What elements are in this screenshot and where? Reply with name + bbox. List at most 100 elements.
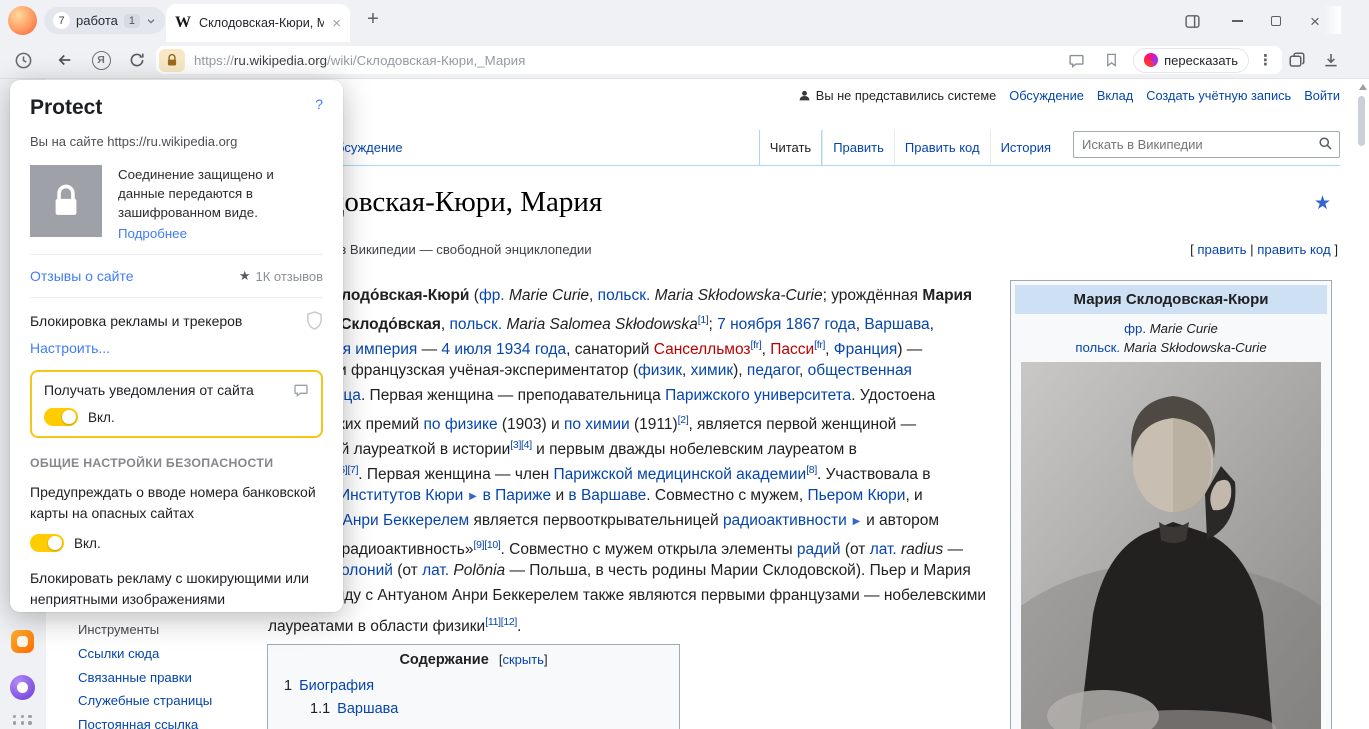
- service-icon[interactable]: [11, 630, 34, 653]
- new-tab-button[interactable]: +: [361, 8, 385, 31]
- toc-item-link[interactable]: Биография: [299, 678, 374, 694]
- site-reviews-link[interactable]: Отзывы о сайте: [30, 268, 134, 284]
- personal-link-create-account[interactable]: Создать учётную запись: [1146, 88, 1291, 103]
- wiki-link[interactable]: [2]: [678, 414, 689, 426]
- wiki-search-input[interactable]: [1073, 131, 1340, 158]
- protect-lock-button[interactable]: [159, 49, 185, 72]
- wiki-link[interactable]: [1]: [698, 314, 709, 326]
- tools-link-special-pages[interactable]: Служебные страницы: [78, 693, 212, 708]
- browser-tab[interactable]: W Склодовская-Кюри, Ма ×: [166, 4, 350, 42]
- wiki-link[interactable]: править код: [1257, 242, 1330, 257]
- wiki-link[interactable]: [fr]: [814, 339, 825, 351]
- wiki-link[interactable]: [8]: [806, 464, 817, 476]
- tab-close-icon[interactable]: ×: [332, 16, 341, 31]
- wiki-link[interactable]: польск.: [450, 316, 503, 333]
- wiki-link[interactable]: польск.: [1075, 340, 1120, 355]
- wiki-link[interactable]: радиоактивности: [723, 512, 847, 529]
- view-tab-edit[interactable]: Править: [822, 130, 894, 166]
- summarize-button[interactable]: пересказать: [1133, 48, 1249, 73]
- comments-icon[interactable]: [1063, 47, 1089, 73]
- wiki-link[interactable]: [9][10]: [473, 539, 500, 551]
- wiki-link[interactable]: общественная: [808, 362, 912, 379]
- profile-avatar[interactable]: [8, 6, 37, 35]
- wiki-link[interactable]: ►: [463, 489, 482, 503]
- wiki-link[interactable]: скрыть: [502, 652, 544, 667]
- maximize-button[interactable]: [1265, 11, 1287, 31]
- wiki-link[interactable]: в Варшаве: [568, 487, 646, 504]
- url-text[interactable]: https://ru.wikipedia.org/wiki/Склодовска…: [194, 53, 525, 68]
- minimize-button[interactable]: [1226, 11, 1248, 31]
- tab-group-pill[interactable]: 7 работа 1: [44, 7, 165, 34]
- address-bar[interactable]: https://ru.wikipedia.org/wiki/Склодовска…: [156, 46, 1282, 74]
- wiki-link[interactable]: [3][4]: [510, 439, 532, 451]
- personal-link-contributions[interactable]: Вклад: [1097, 88, 1133, 103]
- wiki-link[interactable]: Санселльмоз: [654, 341, 751, 358]
- wiki-link[interactable]: в Париже: [483, 487, 552, 504]
- toc-item[interactable]: 1.1Варшава: [310, 701, 667, 717]
- wiki-link[interactable]: фр.: [479, 287, 505, 304]
- wiki-link[interactable]: польск.: [598, 287, 651, 304]
- wiki-link[interactable]: [fr]: [751, 339, 762, 351]
- wiki-link[interactable]: по химии: [564, 416, 630, 433]
- infobox-photo[interactable]: [1021, 362, 1321, 729]
- scrollbar-thumb[interactable]: [1358, 96, 1365, 146]
- protect-help-link[interactable]: ?: [315, 96, 323, 112]
- wiki-link[interactable]: Варшава: [864, 316, 929, 333]
- wiki-link[interactable]: педагог: [747, 362, 799, 379]
- wiki-link[interactable]: фр.: [1124, 321, 1146, 336]
- wiki-link[interactable]: 1867 года: [786, 316, 856, 333]
- summarize-icon: [1144, 53, 1158, 67]
- wiki-link[interactable]: 4 июля: [441, 341, 491, 358]
- scrollbar-up-arrow[interactable]: [1359, 84, 1367, 90]
- side-panel-icon[interactable]: [1181, 11, 1203, 31]
- wiki-link[interactable]: Пасси: [770, 341, 814, 358]
- bookmark-icon[interactable]: [1098, 47, 1124, 73]
- comment-icon: [293, 382, 309, 398]
- personal-link-talk[interactable]: Обсуждение: [1009, 88, 1084, 103]
- wiki-link[interactable]: лат.: [422, 562, 449, 579]
- back-button[interactable]: [52, 47, 78, 73]
- configure-link[interactable]: Настроить...: [30, 340, 110, 356]
- tools-link-permanent-link[interactable]: Постоянная ссылка: [78, 717, 212, 729]
- wiki-link[interactable]: лат.: [870, 541, 897, 558]
- wiki-link[interactable]: Парижского университета: [665, 387, 851, 404]
- wiki-link[interactable]: править: [1197, 242, 1246, 257]
- alice-icon[interactable]: [10, 675, 35, 700]
- wiki-link[interactable]: по физике: [424, 416, 498, 433]
- watch-star-icon[interactable]: ★: [1314, 192, 1331, 215]
- wiki-link[interactable]: Институтов Кюри: [339, 487, 463, 504]
- reload-button[interactable]: [124, 47, 150, 73]
- wiki-link[interactable]: ►: [847, 514, 866, 528]
- card-warning-toggle[interactable]: [30, 534, 64, 552]
- toc-item[interactable]: 1Биография: [284, 678, 667, 694]
- downloads-icon[interactable]: [1318, 47, 1344, 73]
- wiki-link[interactable]: [11][12]: [485, 616, 517, 628]
- tabs-panel-icon[interactable]: [1284, 47, 1310, 73]
- tools-link-whatlinkshere[interactable]: Ссылки сюда: [78, 646, 212, 661]
- wiki-link[interactable]: Пьером Кюри: [807, 487, 905, 504]
- wiki-link[interactable]: радий: [797, 541, 841, 558]
- view-tab-history[interactable]: История: [990, 130, 1061, 166]
- wiki-link[interactable]: физик: [638, 362, 682, 379]
- notifications-toggle[interactable]: [44, 408, 78, 426]
- yandex-start-button[interactable]: Я: [88, 47, 114, 73]
- search-icon[interactable]: [1318, 136, 1333, 154]
- apps-grid-icon[interactable]: [13, 715, 33, 725]
- text-segment: ; урождённая: [823, 287, 923, 304]
- details-link[interactable]: Подробнее: [118, 226, 187, 241]
- toc-hide-link[interactable]: [скрыть]: [499, 652, 548, 667]
- wiki-link[interactable]: химик: [691, 362, 734, 379]
- text-segment: лауреатами в области физики: [268, 618, 485, 635]
- wiki-link[interactable]: 7 ноября: [717, 316, 781, 333]
- wiki-link[interactable]: Парижской медицинской академии: [553, 466, 806, 483]
- view-tab-edit-source[interactable]: Править код: [894, 130, 990, 166]
- history-icon[interactable]: [10, 47, 36, 73]
- wiki-link[interactable]: Франция: [834, 341, 898, 358]
- wiki-link[interactable]: 1934 года: [496, 341, 566, 358]
- wiki-link[interactable]: Анри Беккерелем: [343, 512, 470, 529]
- personal-link-login[interactable]: Войти: [1304, 88, 1340, 103]
- view-tab-read[interactable]: Читать: [759, 130, 822, 166]
- toc-item-link[interactable]: Варшава: [337, 701, 398, 717]
- more-options-icon[interactable]: ⋮: [1258, 53, 1273, 68]
- tools-link-related-changes[interactable]: Связанные правки: [78, 670, 212, 685]
